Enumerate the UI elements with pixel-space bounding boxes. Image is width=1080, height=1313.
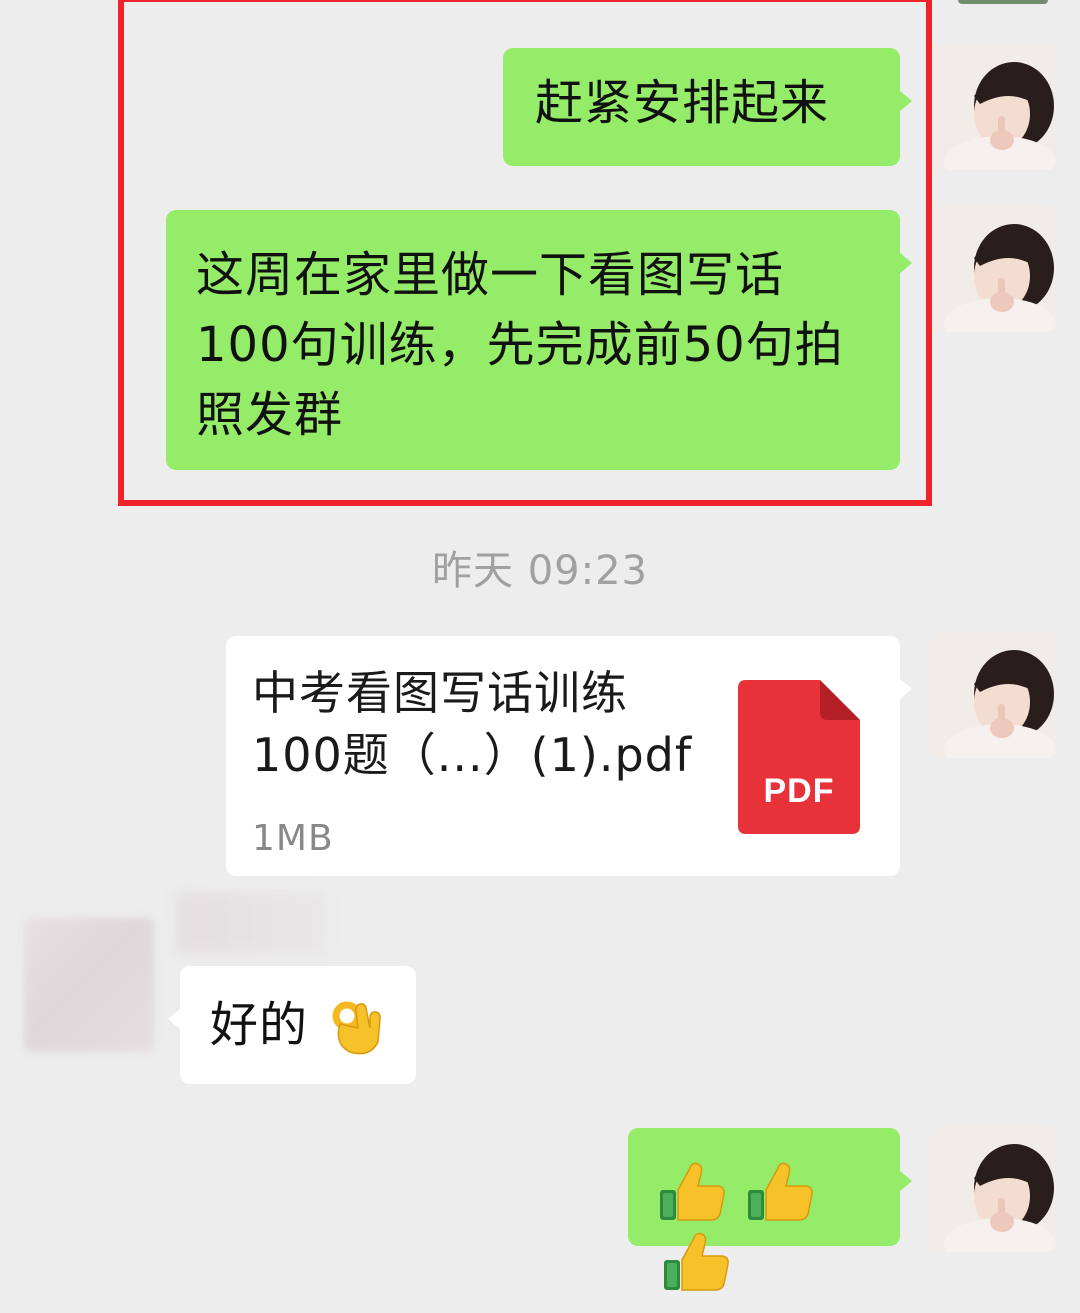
bubble-tail xyxy=(899,1170,912,1192)
avatar-self[interactable] xyxy=(930,206,1056,332)
message-text: 好的 xyxy=(210,997,309,1053)
message-bubble-sent[interactable]: 👍👍👍 xyxy=(628,1128,912,1291)
avatar-other-blurred[interactable] xyxy=(24,918,154,1052)
ok-hand-emoji xyxy=(330,998,386,1058)
thumbs-up-emoji xyxy=(662,1230,730,1294)
message-text: 👍👍👍 xyxy=(628,1128,629,1129)
thumbs-up-emoji xyxy=(746,1160,814,1224)
file-message-card[interactable]: 中考看图写话训练100题（...）(1).pdf 1MB PDF xyxy=(226,636,912,876)
pdf-file-icon: PDF xyxy=(738,680,860,834)
chat-window: 赶紧安排起来 这周在家里做一下看图写话100句训练，先完成前50句拍照发群 昨天… xyxy=(0,0,1080,1302)
pdf-icon-label: PDF xyxy=(763,772,835,810)
avatar-self[interactable] xyxy=(930,632,1056,758)
bubble-tail xyxy=(899,678,912,700)
thumbs-up-emoji xyxy=(658,1160,726,1224)
avatar-self[interactable] xyxy=(930,1126,1056,1252)
avatar-top-partial xyxy=(958,0,1048,4)
avatar-self[interactable] xyxy=(930,44,1056,170)
sender-name-blurred xyxy=(176,892,326,954)
woman-portrait-icon xyxy=(930,206,1056,332)
highlight-annotation-box xyxy=(118,0,932,506)
file-name: 中考看图写话训练100题（...）(1).pdf xyxy=(252,666,693,782)
woman-portrait-icon xyxy=(930,1126,1056,1252)
woman-portrait-icon xyxy=(930,632,1056,758)
file-size: 1MB xyxy=(252,818,334,859)
message-bubble-received[interactable]: 好的 xyxy=(168,966,416,1084)
woman-portrait-icon xyxy=(930,44,1056,170)
message-timestamp: 昨天 09:23 xyxy=(432,548,648,594)
bubble-tail xyxy=(168,1008,181,1030)
